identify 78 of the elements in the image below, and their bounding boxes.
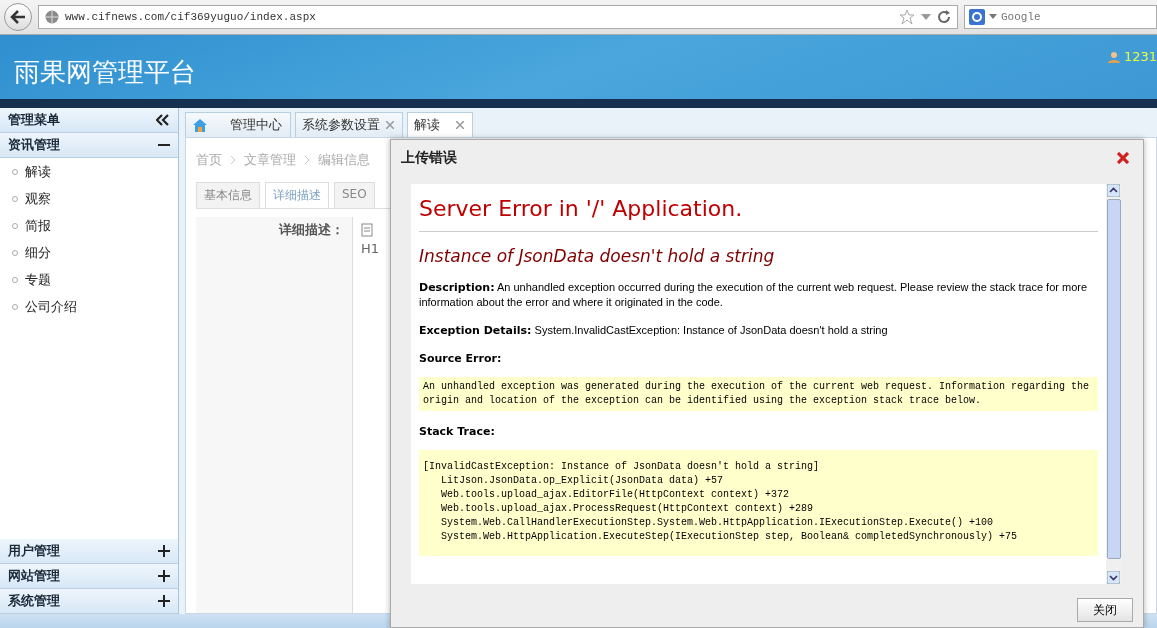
circle-bullet-icon — [12, 195, 18, 202]
section-header[interactable]: 系统管理 — [0, 589, 178, 614]
error-message: Instance of JsonData doesn't hold a string — [419, 246, 776, 266]
stack-trace-line: Web.tools.upload_ajax.ProcessRequest(HttpContext context) +289 — [440, 502, 815, 516]
down-arrow-icon — [1107, 571, 1120, 584]
search-bar[interactable]: Google — [964, 5, 1157, 29]
username: 1231 — [1123, 49, 1157, 64]
circle-bullet-icon — [12, 303, 18, 310]
heading-dropdown[interactable]: H1 — [361, 241, 380, 256]
circle-bullet-icon — [12, 276, 18, 283]
tab[interactable]: 系统参数设置 — [295, 112, 403, 137]
globe-icon — [45, 10, 59, 24]
menu-item-label: 简报 — [25, 216, 51, 235]
section-header[interactable]: 资讯管理 — [0, 133, 178, 158]
menu-item[interactable]: 公司介绍 — [0, 293, 178, 320]
plus-icon — [158, 570, 170, 582]
exception-details: Exception Details: System.InvalidCastException: Instance of JsonData doesn't hold a string — [419, 323, 889, 338]
menu-item-label: 细分 — [25, 243, 51, 262]
stack-trace-line: [InvalidCastException: Instance of JsonData doesn't hold a string] — [423, 460, 821, 474]
reload-icon — [937, 10, 951, 24]
tab-label: 管理中心 — [230, 116, 282, 134]
error-heading: Server Error in '/' Application. — [419, 196, 744, 221]
menu-item[interactable]: 专题 — [0, 266, 178, 293]
site-title: 雨果网管理平台 — [14, 56, 196, 89]
menu-item[interactable]: 细分 — [0, 239, 178, 266]
section-title: 网站管理 — [8, 567, 60, 585]
plus-icon — [158, 545, 170, 557]
close-dialog-button[interactable]: 关闭 — [1077, 598, 1133, 622]
home-icon — [192, 118, 208, 132]
circle-bullet-icon — [12, 249, 18, 256]
source-error-text: An unhandled exception was generated during the execution of the current web request. Information regarding the origin and location of the exception can be identified using the exception stack trace below. — [419, 377, 1098, 411]
circle-bullet-icon — [12, 222, 18, 229]
description-text: Description: An unhandled exception occurred during the execution of the current web request. Please review the stack trace for more information about the error and where it originated in the code. — [419, 280, 1089, 309]
section-title: 用户管理 — [8, 542, 60, 560]
star-icon — [899, 9, 915, 25]
chevron-icon — [230, 155, 236, 165]
menu-item-label: 观察 — [25, 189, 51, 208]
close-icon — [456, 121, 464, 129]
tab[interactable]: 解读 — [407, 112, 473, 137]
section-header[interactable]: 网站管理 — [0, 564, 178, 589]
google-icon — [969, 9, 985, 25]
close-icon — [386, 121, 394, 129]
chevron-icon — [304, 155, 310, 165]
section-label: Source Error: — [419, 352, 503, 365]
menu-item-label: 专题 — [25, 270, 51, 289]
close-icon — [1117, 152, 1129, 164]
tab[interactable]: 管理中心 — [185, 112, 291, 137]
close-button[interactable] — [1117, 152, 1129, 164]
up-arrow-icon — [1107, 184, 1120, 197]
dropdown-icon — [989, 14, 997, 20]
tab-label: 系统参数设置 — [302, 116, 380, 134]
address-bar[interactable]: www.cifnews.com/cif369yuguo/index.aspx — [38, 5, 958, 29]
menu-item-label: 公司介绍 — [25, 297, 77, 316]
dialog-title: 上传错误 — [401, 149, 457, 167]
url-text: www.cifnews.com/cif369yuguo/index.aspx — [65, 11, 316, 23]
collapse-icon — [156, 114, 170, 126]
circle-bullet-icon — [12, 168, 18, 175]
section-title: 系统管理 — [8, 592, 60, 610]
sidebar-title: 管理菜单 — [8, 111, 60, 129]
field-label: 详细描述： — [277, 221, 345, 239]
user-icon — [1107, 50, 1120, 63]
stack-trace-line: Web.tools.upload_ajax.EditorFile(HttpContext context) +372 — [440, 488, 791, 502]
plus-icon — [158, 595, 170, 607]
section-header[interactable]: 用户管理 — [0, 539, 178, 564]
stack-trace-line: LitJson.JsonData.op_Explicit(JsonData data) +57 — [440, 474, 725, 488]
stack-trace-line: System.Web.HttpApplication.ExecuteStep(IExecutionStep step, Boolean& completedSynchronously) +75 — [440, 530, 1019, 544]
dropdown-icon — [921, 13, 931, 21]
document-icon — [361, 223, 373, 237]
menu-item[interactable]: 简报 — [0, 212, 178, 239]
back-arrow-icon — [10, 10, 26, 24]
tab-label: 解读 — [414, 116, 440, 134]
section-title: 资讯管理 — [8, 136, 60, 154]
menu-item-label: 解读 — [25, 162, 51, 181]
menu-item[interactable]: 观察 — [0, 185, 178, 212]
section-label: Stack Trace: — [419, 425, 496, 438]
stack-trace-line: System.Web.CallHandlerExecutionStep.System.Web.HttpApplication.IExecutionStep.Execute() +100 — [440, 516, 995, 530]
back-button[interactable] — [4, 3, 32, 31]
menu-item[interactable]: 解读 — [0, 158, 178, 185]
